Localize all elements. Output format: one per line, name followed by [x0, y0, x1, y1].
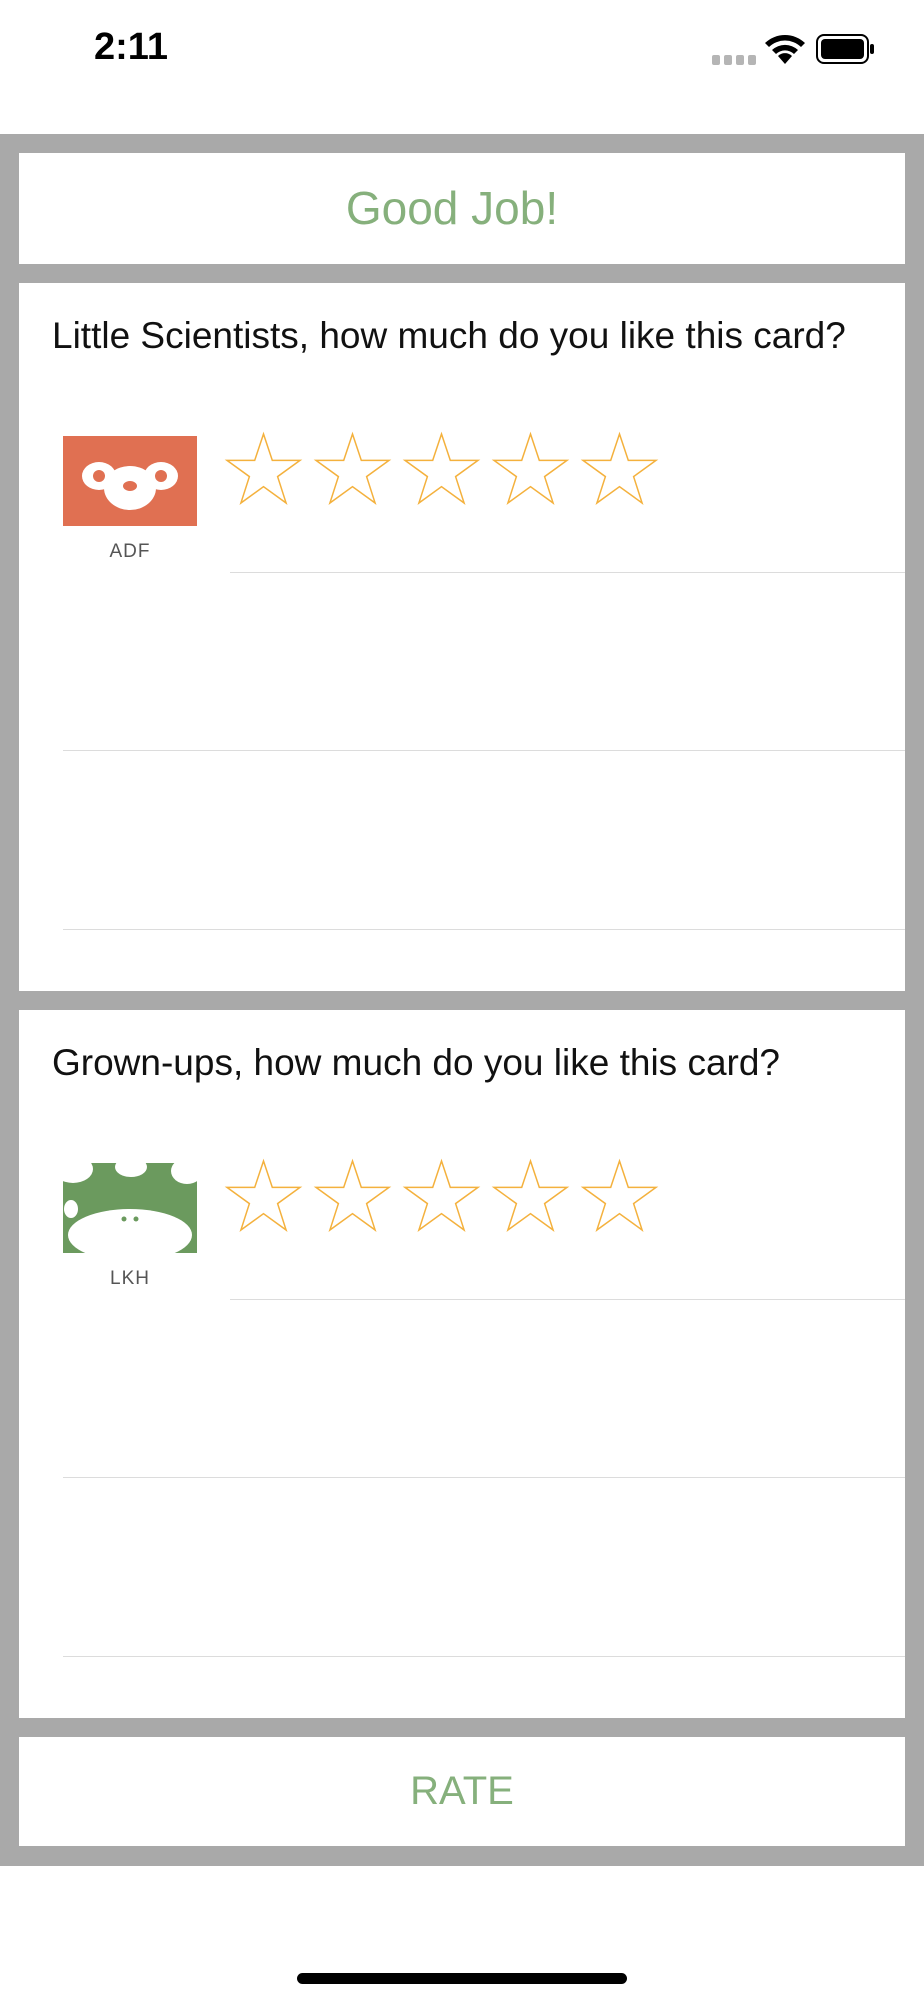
- rate-panel: RATE: [19, 1737, 905, 1846]
- star-2[interactable]: [308, 431, 397, 509]
- panda-face-icon: [63, 436, 197, 526]
- rate-button[interactable]: RATE: [19, 1737, 905, 1846]
- battery-icon: [816, 34, 874, 64]
- star-rating: [219, 1158, 664, 1236]
- divider: [230, 572, 905, 573]
- rating-panel-grownups: Grown-ups, how much do you like this car…: [19, 1010, 905, 1718]
- rating-panel-kids: Little Scientists, how much do you like …: [19, 283, 905, 991]
- divider: [63, 750, 905, 751]
- star-5[interactable]: [575, 1158, 664, 1236]
- avatar-label: LKH: [110, 1268, 150, 1289]
- star-1[interactable]: [219, 1158, 308, 1236]
- star-rating: [219, 431, 664, 509]
- home-indicator[interactable]: [297, 1973, 627, 1984]
- star-3[interactable]: [397, 1158, 486, 1236]
- status-time: 2:11: [94, 26, 168, 68]
- divider: [63, 1477, 905, 1478]
- star-3[interactable]: [397, 431, 486, 509]
- cellular-signal-icon: [712, 55, 756, 65]
- star-4[interactable]: [486, 1158, 575, 1236]
- page-title: Good Job!: [345, 182, 559, 234]
- star-5[interactable]: [575, 431, 664, 509]
- avatar-label: ADF: [109, 541, 151, 562]
- divider: [63, 1656, 905, 1657]
- wifi-icon: [765, 35, 805, 64]
- star-4[interactable]: [486, 431, 575, 509]
- rating-question: Little Scientists, how much do you like …: [52, 315, 846, 356]
- rating-question: Grown-ups, how much do you like this car…: [52, 1042, 781, 1083]
- divider: [63, 929, 905, 930]
- rating-screen: 2:11 Good Job! Little Scientists, how mu…: [0, 0, 924, 2000]
- divider: [230, 1299, 905, 1300]
- star-2[interactable]: [308, 1158, 397, 1236]
- star-1[interactable]: [219, 431, 308, 509]
- header-panel: Good Job!: [19, 153, 905, 264]
- cow-face-icon: [63, 1163, 197, 1253]
- content-frame: Good Job! Little Scientists, how much do…: [0, 134, 924, 1866]
- status-bar: 2:11: [0, 0, 924, 134]
